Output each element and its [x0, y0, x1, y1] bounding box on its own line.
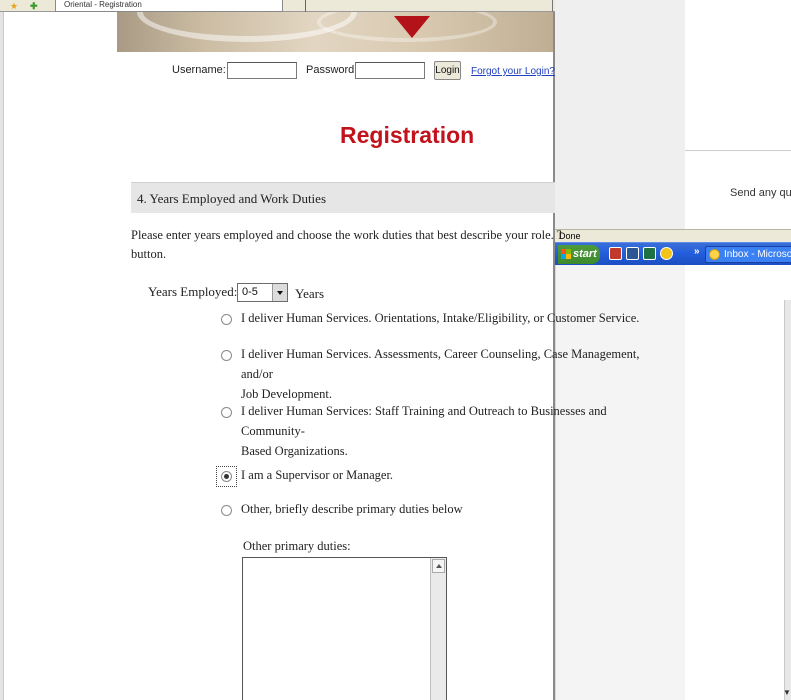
- favorites-toolbar: ★ ✚: [8, 1, 48, 11]
- duty-option-label: Other, briefly describe primary duties b…: [241, 502, 463, 516]
- send-questions-text: Send any que: [730, 187, 791, 199]
- duty-option-label: I am a Supervisor or Manager.: [241, 468, 394, 482]
- background-panel: [555, 0, 685, 230]
- dropdown-arrow-icon[interactable]: [272, 284, 287, 301]
- section-header-text: 4. Years Employed and Work Duties: [137, 191, 327, 206]
- window-edge: [552, 0, 553, 12]
- favorites-star-icon[interactable]: ★: [10, 1, 18, 11]
- password-field[interactable]: [355, 62, 425, 79]
- duty-radio-1[interactable]: [221, 314, 232, 325]
- duty-radio-2[interactable]: [221, 350, 232, 361]
- status-bar: Done: [555, 229, 791, 242]
- logo-mark-icon: [394, 16, 430, 38]
- windows-logo-icon: [561, 249, 571, 259]
- duty-radio-4[interactable]: [221, 471, 232, 482]
- background-scrollbar[interactable]: [784, 300, 791, 700]
- browser-tab-title: Oriental - Registration: [64, 0, 142, 9]
- duty-option-line: Based Organizations.: [241, 444, 348, 458]
- browser-top-strip: ★ ✚ Oriental - Registration: [0, 0, 555, 12]
- add-favorite-icon[interactable]: ✚: [30, 1, 38, 11]
- taskbar-item-inbox[interactable]: Inbox - Microsoft: [705, 246, 791, 263]
- start-button[interactable]: start: [558, 245, 600, 264]
- duty-option-line: I deliver Human Services. Assessments, C…: [241, 347, 640, 381]
- years-employed-label: Years Employed:: [148, 284, 238, 299]
- textarea-scrollbar[interactable]: [430, 558, 446, 700]
- toolbar-divider: [305, 0, 306, 12]
- word-icon[interactable]: [626, 247, 639, 260]
- duty-option-label: I deliver Human Services: Staff Training…: [241, 401, 671, 461]
- forgot-login-link[interactable]: Forgot your Login?: [471, 66, 555, 77]
- scroll-down-icon[interactable]: ▼: [783, 688, 791, 697]
- taskbar: start » Inbox - Microsoft: [555, 242, 791, 265]
- start-label: start: [573, 248, 597, 260]
- browser-tab[interactable]: Oriental - Registration: [55, 0, 283, 12]
- outlook-icon: [709, 249, 720, 260]
- acrobat-icon[interactable]: [609, 247, 622, 260]
- quicklaunch-overflow-icon[interactable]: »: [694, 246, 700, 257]
- section-header: 4. Years Employed and Work Duties: [131, 182, 555, 213]
- years-selected-value: 0-5: [242, 286, 258, 298]
- taskbar-item-label: Inbox - Microsoft: [724, 249, 791, 260]
- header-banner: [117, 12, 553, 52]
- page-title: Registration: [340, 122, 475, 148]
- instructions-text: Please enter years employed and choose t…: [131, 226, 561, 264]
- years-employed-select[interactable]: 0-5: [237, 283, 288, 302]
- login-button[interactable]: Login: [434, 61, 461, 80]
- password-label: Password:: [306, 64, 358, 76]
- browser-content: Username: Password: Login Forgot your Lo…: [0, 12, 640, 700]
- duty-option-label: I deliver Human Services. Assessments, C…: [241, 344, 671, 404]
- window-left-edge: [0, 12, 4, 700]
- years-unit-label: Years: [295, 286, 325, 301]
- duty-radio-5[interactable]: [221, 505, 232, 516]
- other-duties-label: Other primary duties:: [243, 539, 351, 553]
- username-label: Username:: [172, 64, 226, 76]
- status-text: Done: [559, 231, 581, 241]
- other-duties-textarea[interactable]: [242, 557, 447, 700]
- divider: [685, 150, 791, 151]
- duty-radio-3[interactable]: [221, 407, 232, 418]
- excel-icon[interactable]: [643, 247, 656, 260]
- username-field[interactable]: [227, 62, 297, 79]
- duty-option-label: I deliver Human Services. Orientations, …: [241, 311, 640, 325]
- messenger-icon[interactable]: [660, 247, 673, 260]
- instructions-line: Please enter years employed and choose t…: [131, 228, 561, 242]
- instructions-line: button.: [131, 247, 167, 261]
- duty-option-line: I deliver Human Services: Staff Training…: [241, 404, 607, 438]
- scroll-up-icon[interactable]: [432, 559, 445, 573]
